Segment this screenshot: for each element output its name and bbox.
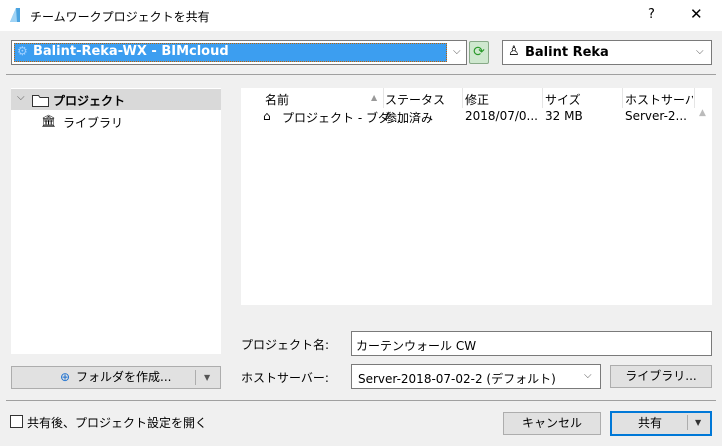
tree-item-project[interactable]: ⌵ プロジェクト [11, 89, 221, 110]
title-bar: チームワークプロジェクトを共有 ? ✕ [0, 0, 722, 31]
refresh-icon: ⟳ [473, 44, 485, 60]
cloud-server-icon: ⚙ [17, 44, 28, 58]
share-button[interactable]: 共有 ▼ [610, 411, 712, 436]
user-select[interactable]: ♙ Balint Reka ⌵ [502, 40, 712, 65]
shared-project-icon: ⌂ [263, 109, 271, 123]
server-select[interactable]: ⚙ Balint-Reka-WX - BIMcloud ⌵ [11, 40, 467, 65]
column-divider [383, 88, 384, 108]
app-icon [10, 8, 20, 22]
column-divider [462, 88, 463, 108]
user-select-value: Balint Reka [525, 45, 609, 60]
column-header-modified[interactable]: 修正 [465, 91, 489, 108]
chevron-down-icon: ⌵ [17, 92, 25, 103]
cell-modified: 2018/07/0... [465, 109, 538, 123]
window-title: チームワークプロジェクトを共有 [30, 10, 210, 24]
host-server-value: Server-2018-07-02-2 (デフォルト) [358, 372, 556, 386]
cell-host: Server-2... [625, 109, 687, 123]
folder-tree: ⌵ プロジェクト 🏛 ライブラリ [11, 88, 221, 354]
project-name-value: カーテンウォール CW [356, 339, 477, 353]
host-server-label: ホストサーバー: [241, 371, 329, 385]
chevron-down-icon: ⌵ [453, 46, 461, 57]
tree-item-label: ライブラリ [63, 116, 124, 130]
dropdown-arrow-icon[interactable]: ▼ [204, 367, 210, 388]
tree-item-library[interactable]: 🏛 ライブラリ [11, 111, 221, 132]
column-divider [542, 88, 543, 108]
project-name-input[interactable]: カーテンウォール CW [351, 331, 712, 356]
scrollbar[interactable]: ▲ [695, 108, 712, 305]
column-header-size[interactable]: サイズ [545, 91, 581, 108]
divider [6, 400, 716, 401]
column-divider [622, 88, 623, 108]
cell-size: 32 MB [545, 109, 583, 123]
open-settings-label: 共有後、プロジェクト設定を開く [27, 416, 208, 430]
tree-item-label: プロジェクト [53, 94, 126, 108]
refresh-button[interactable]: ⟳ [469, 41, 489, 64]
share-label: 共有 [638, 416, 663, 430]
server-select-value: Balint-Reka-WX - BIMcloud [33, 44, 229, 59]
cell-name: プロジェクト - ブダ... [282, 111, 402, 125]
chevron-down-icon: ⌵ [696, 46, 704, 57]
close-button[interactable]: ✕ [690, 5, 703, 23]
user-icon: ♙ [508, 44, 520, 59]
divider [6, 74, 716, 75]
chevron-down-icon: ⌵ [584, 370, 592, 381]
column-header-status[interactable]: ステータス [385, 91, 445, 108]
create-folder-button[interactable]: ⊕ フォルダを作成... ▼ [11, 366, 221, 389]
project-name-label: プロジェクト名: [241, 338, 330, 352]
column-header-name[interactable]: 名前 [265, 91, 289, 108]
scroll-up-icon[interactable]: ▲ [699, 108, 706, 118]
dropdown-arrow-icon[interactable]: ▼ [695, 413, 701, 433]
help-button[interactable]: ? [648, 7, 655, 22]
add-folder-icon: ⊕ [60, 370, 71, 384]
library-folder-icon: 🏛 [41, 114, 57, 128]
sort-ascending-icon: ▲ [371, 93, 378, 102]
library-button[interactable]: ライブラリ... [610, 365, 712, 388]
column-divider [694, 88, 695, 108]
table-row[interactable]: ⌂ プロジェクト - ブダ... 参加済み 2018/07/0... 32 MB… [262, 107, 694, 125]
open-settings-checkbox[interactable] [10, 415, 23, 428]
column-header-host[interactable]: ホストサーバ... [625, 91, 693, 108]
host-server-select[interactable]: Server-2018-07-02-2 (デフォルト) ⌵ [351, 364, 601, 389]
cancel-button[interactable]: キャンセル [503, 412, 601, 435]
create-folder-label: フォルダを作成... [76, 370, 172, 384]
cell-status: 参加済み [385, 111, 434, 125]
folder-icon [32, 95, 49, 107]
